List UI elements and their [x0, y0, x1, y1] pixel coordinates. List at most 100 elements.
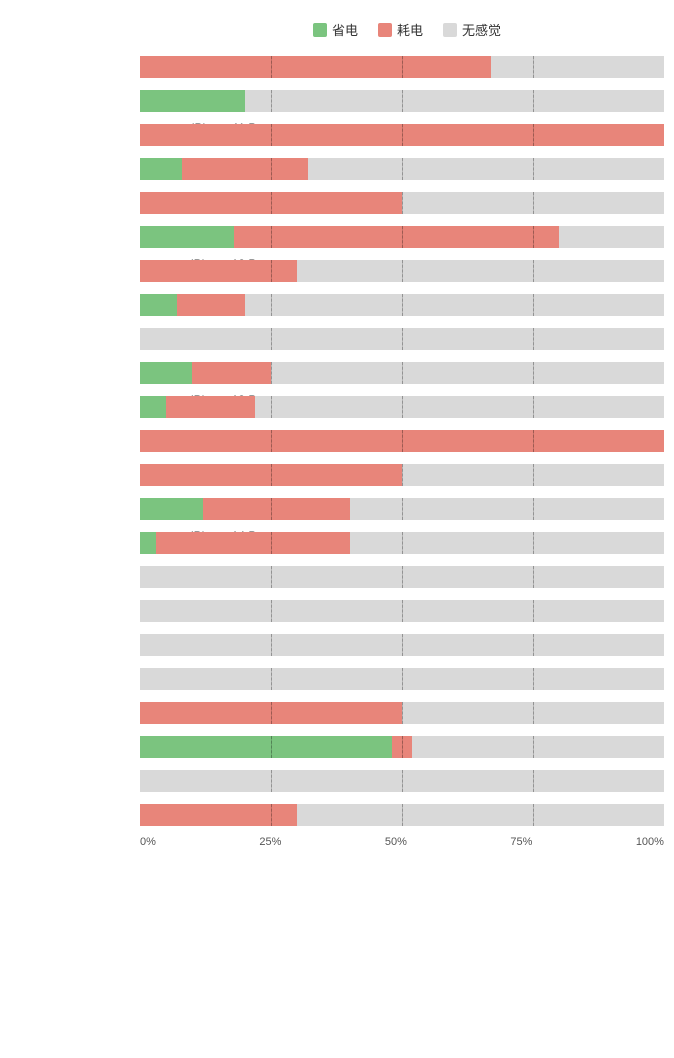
grid-line: [533, 430, 534, 452]
grid-line: [402, 498, 403, 520]
grid-line: [533, 634, 534, 656]
bar-track-wrapper: [140, 294, 664, 316]
bar-segment-red: [234, 226, 559, 248]
grid-line: [271, 396, 272, 418]
bar-track-wrapper: [140, 124, 664, 146]
grid-line: [402, 532, 403, 554]
grid-line: [533, 532, 534, 554]
grid-line: [533, 226, 534, 248]
bar-row: iPhone 8: [140, 561, 664, 593]
grid-line: [402, 430, 403, 452]
bar-segment-green: [140, 498, 203, 520]
bar-segment-red: [177, 294, 245, 316]
x-axis-label: 75%: [510, 836, 532, 848]
grid-line: [402, 294, 403, 316]
bar-chart: iPhone 11iPhone 11 ProiPhone 11 ProMaxiP…: [0, 51, 674, 831]
x-axis: 0%25%50%75%100%: [140, 836, 664, 848]
bar-row: iPhone 12 Pro: [140, 221, 664, 253]
grid-line: [271, 226, 272, 248]
bar-segment-green: [140, 90, 245, 112]
bar-track: [140, 328, 664, 350]
legend: 省电 耗电 无感觉: [140, 20, 674, 39]
grid-line: [271, 294, 272, 316]
bar-row: iPhone XS: [140, 765, 664, 797]
bar-track: [140, 158, 664, 180]
bar-track: [140, 294, 664, 316]
grid-line: [271, 566, 272, 588]
grid-line: [533, 328, 534, 350]
grid-line: [533, 56, 534, 78]
bar-track-wrapper: [140, 430, 664, 452]
bar-segment-green: [140, 362, 192, 384]
bar-row: iPhone 11 ProMax: [140, 119, 664, 151]
bar-track: [140, 430, 664, 452]
grid-line: [533, 362, 534, 384]
grid-line: [533, 464, 534, 486]
grid-line: [402, 566, 403, 588]
grid-line: [271, 702, 272, 724]
chart-container: 省电 耗电 无感觉 iPhone 11iPhone 11 ProiPhone 11 …: [0, 10, 674, 878]
bar-row: iPhone 11: [140, 51, 664, 83]
bar-segment-green: [140, 396, 166, 418]
grid-line: [271, 498, 272, 520]
bar-row: iPhone X: [140, 697, 664, 729]
bar-row: iPhone 14: [140, 425, 664, 457]
bar-track: [140, 464, 664, 486]
bar-row: iPhone 13 mini: [140, 323, 664, 355]
bar-row: iPhone 13: [140, 289, 664, 321]
grid-line: [533, 736, 534, 758]
bar-segment-red: [192, 362, 271, 384]
bar-track-wrapper: [140, 600, 664, 622]
bar-track: [140, 736, 664, 758]
grid-line: [402, 158, 403, 180]
bar-track-wrapper: [140, 328, 664, 350]
legend-item: 耗电: [378, 20, 423, 39]
grid-line: [271, 90, 272, 112]
bar-segment-red: [140, 804, 297, 826]
bar-track: [140, 804, 664, 826]
bar-track: [140, 192, 664, 214]
bar-segment-green: [140, 226, 234, 248]
x-axis-label: 100%: [636, 836, 664, 848]
bar-track-wrapper: [140, 158, 664, 180]
grid-line: [402, 634, 403, 656]
bar-segment-green: [140, 158, 182, 180]
bar-track-wrapper: [140, 56, 664, 78]
grid-line: [271, 464, 272, 486]
bar-track-wrapper: [140, 464, 664, 486]
grid-line: [402, 362, 403, 384]
grid-line: [402, 396, 403, 418]
bar-track-wrapper: [140, 804, 664, 826]
bar-segment-green: [140, 736, 392, 758]
grid-line: [402, 226, 403, 248]
bar-row: iPhone 12: [140, 153, 664, 185]
legend-dot: [378, 23, 392, 37]
legend-item: 无感觉: [443, 20, 501, 39]
bar-track-wrapper: [140, 226, 664, 248]
bar-row: iPhone 14 Pro: [140, 493, 664, 525]
legend-label: 省电: [332, 20, 358, 39]
bar-row: iPhone 12 mini: [140, 187, 664, 219]
bar-track: [140, 226, 664, 248]
grid-line: [533, 260, 534, 282]
grid-line: [533, 804, 534, 826]
bar-track: [140, 770, 664, 792]
bar-track: [140, 600, 664, 622]
bar-track-wrapper: [140, 668, 664, 690]
grid-line: [533, 124, 534, 146]
grid-line: [271, 600, 272, 622]
bar-track-wrapper: [140, 498, 664, 520]
grid-line: [402, 124, 403, 146]
grid-line: [402, 192, 403, 214]
bar-track: [140, 90, 664, 112]
bar-track: [140, 566, 664, 588]
bar-segment-red: [203, 498, 350, 520]
legend-dot: [443, 23, 457, 37]
bar-track-wrapper: [140, 90, 664, 112]
grid-line: [271, 736, 272, 758]
bar-row: iPhone 13 ProMax: [140, 391, 664, 423]
legend-label: 无感觉: [462, 20, 501, 39]
bar-track: [140, 702, 664, 724]
grid-line: [271, 158, 272, 180]
grid-line: [533, 600, 534, 622]
